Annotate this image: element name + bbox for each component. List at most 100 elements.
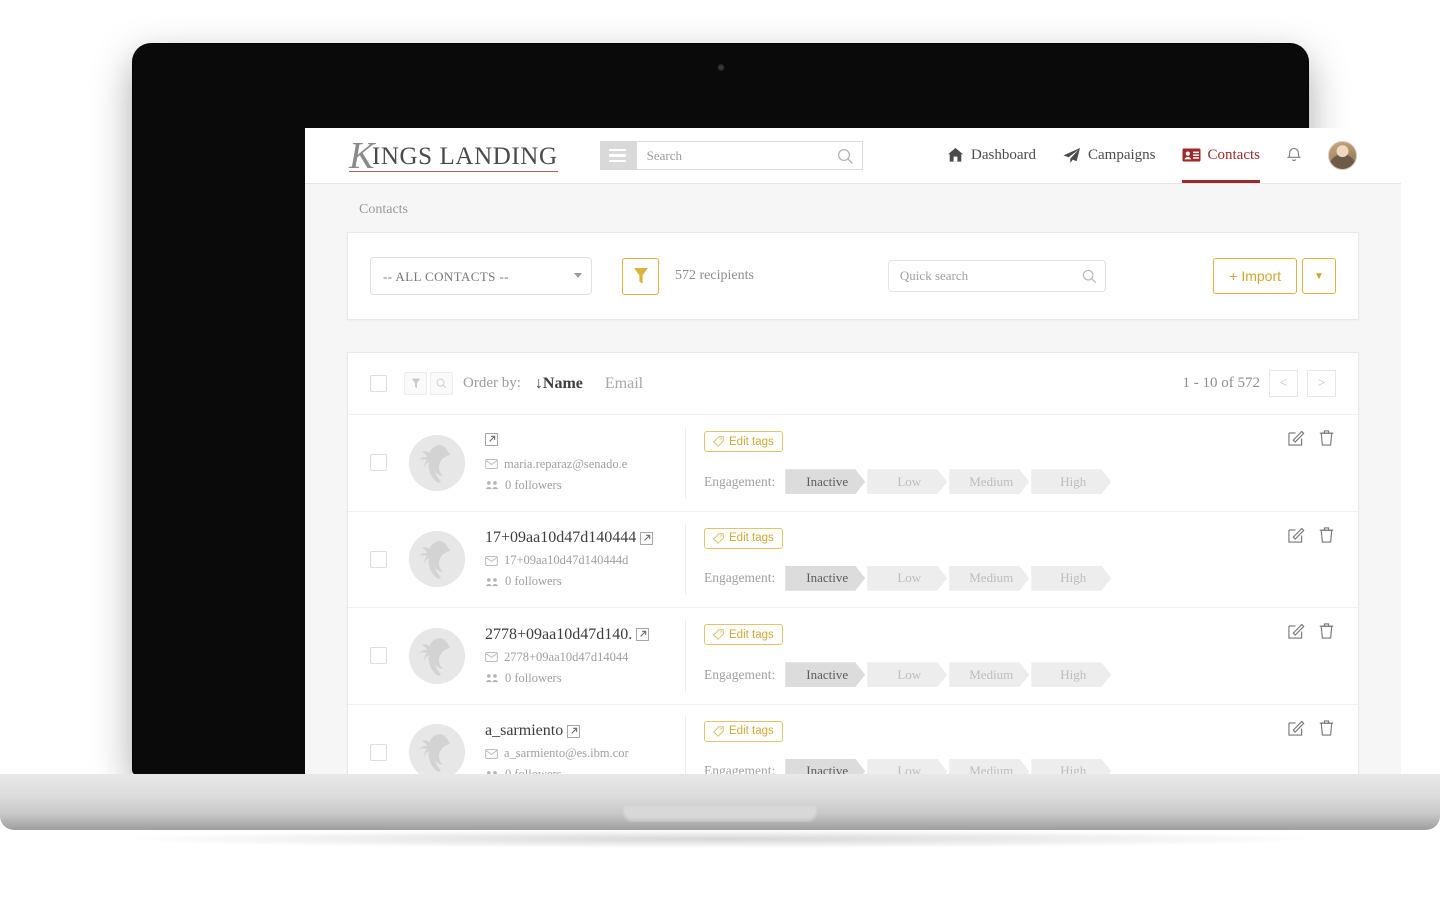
contact-followers: 0 followers (505, 574, 562, 589)
engagement-step-inactive[interactable]: Inactive (785, 662, 865, 687)
engagement-step-inactive[interactable]: Inactive (785, 566, 865, 591)
contact-name[interactable]: 2778+09aa10d47d140. (485, 626, 671, 644)
nav-item-campaigns[interactable]: Campaigns (1062, 128, 1156, 183)
placeholder-avatar-icon (409, 627, 465, 684)
engagement-step-low[interactable]: Low (867, 469, 947, 494)
order-by-label: Order by: (463, 375, 521, 391)
followers-icon (485, 577, 499, 586)
row-checkbox[interactable] (370, 454, 387, 472)
edit-icon[interactable] (1288, 719, 1305, 736)
edit-tags-label: Edit tags (729, 628, 774, 641)
engagement-step-medium[interactable]: Medium (949, 469, 1029, 494)
engagement-step-high[interactable]: High (1031, 566, 1111, 591)
envelope-icon (485, 555, 498, 566)
edit-tags-button[interactable]: Edit tags (704, 624, 783, 646)
delete-icon[interactable] (1319, 622, 1334, 639)
search-input[interactable] (636, 147, 862, 164)
contact-email-line: 2778+09aa10d47d14044 (485, 650, 671, 665)
contact-name-text (485, 432, 498, 451)
edit-tags-button[interactable]: Edit tags (704, 720, 783, 742)
engagement-step-high[interactable]: High (1031, 662, 1111, 687)
hamburger-menu-icon[interactable] (599, 141, 636, 170)
edit-tags-button[interactable]: Edit tags (704, 527, 783, 549)
brand-logo-rest: INGS LANDING (371, 143, 558, 170)
import-dropdown-button[interactable]: ▼ (1302, 258, 1336, 294)
contact-email-line: a_sarmiento@es.ibm.cor (485, 746, 671, 761)
quick-search-input[interactable] (888, 268, 1105, 284)
engagement-step-low[interactable]: Low (867, 662, 947, 687)
edit-icon[interactable] (1288, 526, 1305, 543)
followers-icon (485, 674, 499, 683)
row-checkbox[interactable] (370, 550, 387, 568)
contact-name[interactable]: 17+09aa10d47d140444 (485, 529, 671, 547)
engagement-step-low[interactable]: Low (867, 566, 947, 591)
row-actions (1288, 622, 1334, 639)
page-body: Contacts -- ALL CONTACTS -- 572 recipien… (305, 184, 1401, 818)
contact-name-text: 2778+09aa10d47d140. (485, 625, 633, 643)
table-row[interactable]: 2778+09aa10d47d140. 2778+09aa10d47d14044 (348, 608, 1358, 705)
webcam-icon (717, 64, 724, 71)
tag-icon (713, 629, 724, 641)
contact-followers-line: 0 followers (485, 478, 671, 493)
list-filter-button[interactable] (404, 372, 427, 395)
delete-icon[interactable] (1319, 526, 1334, 543)
header-search-group (599, 141, 863, 170)
envelope-icon (485, 459, 498, 470)
external-link-icon[interactable] (640, 531, 654, 545)
row-checkbox[interactable] (370, 647, 387, 665)
filter-toolbar: -- ALL CONTACTS -- 572 recipients Quick … (348, 233, 1358, 319)
delete-icon[interactable] (1319, 719, 1334, 736)
edit-icon[interactable] (1288, 622, 1305, 639)
nav-item-contacts[interactable]: Contacts (1181, 128, 1260, 183)
contact-email: maria.reparaz@senado.e (504, 456, 628, 471)
filter-button[interactable] (622, 257, 659, 295)
breadcrumb: Contacts (359, 202, 408, 217)
list-search-button[interactable] (430, 372, 453, 395)
sort-by-email[interactable]: Email (605, 375, 643, 393)
engagement-step-high[interactable]: High (1031, 469, 1111, 494)
contact-identity: maria.reparaz@senado.e 0 followers (485, 432, 671, 493)
brand-logo[interactable]: KINGS LANDING (349, 137, 558, 175)
contact-name[interactable]: a_sarmiento (485, 722, 671, 740)
header-search-box[interactable] (635, 141, 863, 170)
sort-by-name[interactable]: ↓Name (535, 375, 583, 393)
external-link-icon[interactable] (636, 628, 650, 642)
avatar (409, 627, 465, 684)
contact-identity: 2778+09aa10d47d140. 2778+09aa10d47d14044 (485, 626, 671, 686)
table-row[interactable]: 17+09aa10d47d140444 17+09aa10d47d140444d (348, 512, 1358, 608)
contacts-list-card: Order by: ↓Name Email 1 - 10 of 572 < > (347, 352, 1359, 802)
tag-icon (713, 436, 724, 448)
laptop-trackpad-notch (622, 806, 818, 822)
pagination-next-button[interactable]: > (1307, 370, 1336, 397)
row-checkbox[interactable] (370, 743, 387, 761)
pagination-prev-button[interactable]: < (1269, 370, 1298, 397)
edit-tags-button[interactable]: Edit tags (704, 431, 783, 453)
app-header: KINGS LANDING Search Dashboard Campaigns… (305, 128, 1401, 184)
external-link-icon[interactable] (567, 724, 581, 738)
edit-tags-label: Edit tags (729, 532, 774, 545)
import-button[interactable]: + Import (1213, 258, 1297, 294)
edit-icon[interactable] (1288, 429, 1305, 446)
engagement-step-medium[interactable]: Medium (949, 566, 1029, 591)
engagement-steps: Inactive Low Medium High (785, 566, 1113, 591)
select-all-checkbox[interactable] (370, 375, 387, 392)
contact-email: 2778+09aa10d47d14044 (504, 649, 629, 664)
nav-item-dashboard[interactable]: Dashboard (947, 128, 1036, 183)
external-link-icon[interactable] (485, 432, 498, 446)
quick-search-box[interactable] (887, 260, 1106, 292)
engagement-label: Engagement: (704, 473, 776, 489)
engagement-step-medium[interactable]: Medium (949, 662, 1029, 687)
table-row[interactable]: maria.reparaz@senado.e 0 followers Edit (348, 415, 1358, 512)
home-icon (948, 148, 964, 162)
contact-followers: 0 followers (505, 670, 562, 685)
nav-label-campaigns: Campaigns (1088, 146, 1156, 163)
engagement-step-inactive[interactable]: Inactive (785, 469, 865, 494)
user-avatar[interactable] (1328, 141, 1357, 170)
contact-followers-line: 0 followers (485, 574, 671, 589)
contact-list-select[interactable]: -- ALL CONTACTS -- (370, 257, 592, 295)
delete-icon[interactable] (1319, 429, 1334, 446)
nav-item-notifications[interactable] (1286, 128, 1302, 183)
avatar (409, 434, 465, 491)
engagement-pipeline: Engagement: Inactive Low Medium High (704, 469, 1336, 494)
contact-name[interactable] (485, 432, 671, 451)
